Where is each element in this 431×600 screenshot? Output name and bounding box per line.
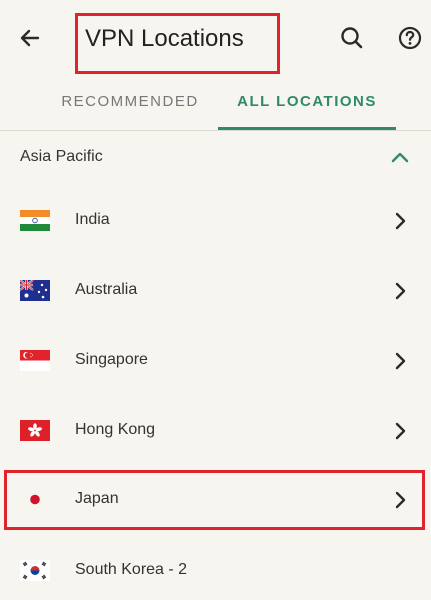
tab-recommended[interactable]: RECOMMENDED [46, 78, 214, 131]
australia-flag-icon [20, 280, 50, 301]
location-row-australia[interactable]: Australia [0, 256, 431, 326]
chevron-right-icon [395, 212, 406, 230]
search-button[interactable] [336, 22, 368, 54]
singapore-flag-icon [20, 350, 50, 371]
chevron-right-icon [395, 282, 406, 300]
back-button[interactable] [14, 22, 46, 54]
chevron-up-icon [391, 152, 409, 163]
page-title: VPN Locations [85, 25, 244, 52]
location-row-india[interactable]: India [0, 186, 431, 256]
location-name: Australia [75, 281, 138, 298]
arrow-left-icon [20, 29, 40, 47]
section-header-asia-pacific[interactable]: Asia Pacific [0, 132, 431, 182]
location-name: Singapore [75, 351, 148, 368]
location-row-singapore[interactable]: Singapore [0, 326, 431, 396]
help-circle-icon [398, 26, 422, 50]
location-name: South Korea - 2 [75, 561, 188, 578]
app-bar: VPN Locations [0, 0, 431, 78]
location-tabs: RECOMMENDED ALL LOCATIONS [0, 78, 431, 131]
location-row-south-korea-2[interactable]: South Korea - 2 [0, 536, 431, 600]
location-name: Hong Kong [75, 421, 156, 438]
chevron-right-icon [395, 491, 406, 509]
tab-indicator [218, 127, 396, 130]
location-row-japan[interactable]: Japan [0, 465, 431, 535]
location-name: India [75, 211, 110, 228]
hong-kong-flag-icon [20, 420, 50, 441]
location-row-hong-kong[interactable]: Hong Kong [0, 396, 431, 466]
location-name: Japan [75, 490, 119, 507]
tab-all-locations[interactable]: ALL LOCATIONS [218, 78, 396, 131]
chevron-right-icon [395, 352, 406, 370]
section-title: Asia Pacific [20, 148, 103, 165]
south-korea-flag-icon [20, 560, 50, 581]
help-button[interactable] [394, 22, 426, 54]
india-flag-icon [20, 210, 50, 231]
search-icon [341, 27, 363, 49]
chevron-right-icon [395, 422, 406, 440]
japan-flag-icon [20, 489, 50, 510]
